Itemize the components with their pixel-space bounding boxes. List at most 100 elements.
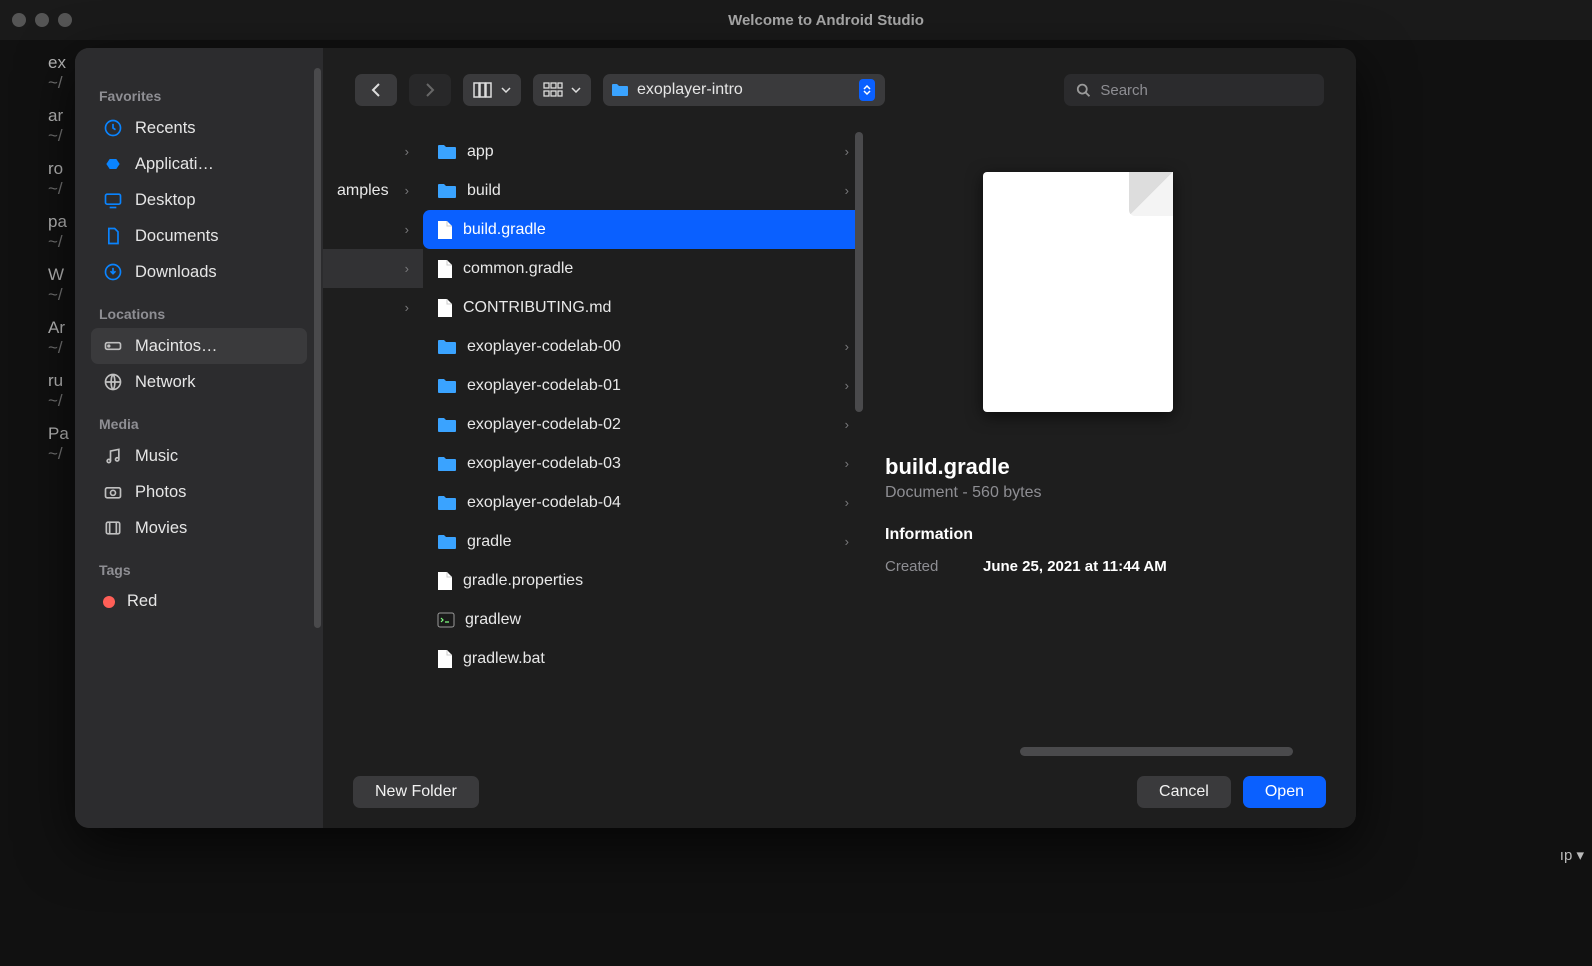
list-item[interactable]: › bbox=[323, 249, 423, 288]
list-item[interactable]: app› bbox=[423, 132, 863, 171]
list-item[interactable]: › bbox=[323, 210, 423, 249]
sidebar-item-desktop[interactable]: Desktop bbox=[91, 182, 307, 218]
folder-icon bbox=[437, 378, 457, 394]
search-icon bbox=[1076, 82, 1090, 98]
preview-pane: build.gradle Document - 560 bytes Inform… bbox=[863, 132, 1293, 756]
open-button[interactable]: Open bbox=[1243, 776, 1326, 808]
preview-h-scrollbar[interactable] bbox=[891, 747, 1293, 756]
column-0: › amples› › › › bbox=[323, 132, 423, 756]
traffic-lights bbox=[12, 13, 72, 27]
cancel-button[interactable]: Cancel bbox=[1137, 776, 1231, 808]
sidebar-item-label: Downloads bbox=[135, 263, 217, 282]
list-item[interactable]: gradlew bbox=[423, 600, 863, 639]
list-item[interactable]: › bbox=[323, 132, 423, 171]
titlebar: Welcome to Android Studio bbox=[0, 0, 1592, 40]
sidebar-scrollbar[interactable] bbox=[314, 68, 321, 628]
download-icon bbox=[103, 262, 123, 282]
list-item[interactable]: gradle.properties bbox=[423, 561, 863, 600]
tag-dot-icon bbox=[103, 596, 115, 608]
apps-icon bbox=[103, 154, 123, 174]
list-item[interactable]: CONTRIBUTING.md bbox=[423, 288, 863, 327]
sidebar-item-photos[interactable]: Photos bbox=[91, 474, 307, 510]
bottom-right-hint: ıp ▾ bbox=[1560, 846, 1584, 864]
file-name: exoplayer-codelab-02 bbox=[467, 416, 621, 434]
file-name: gradlew bbox=[465, 611, 521, 629]
sidebar-item-label: Desktop bbox=[135, 191, 196, 210]
list-item[interactable]: exoplayer-codelab-03› bbox=[423, 444, 863, 483]
chevron-left-icon bbox=[371, 83, 381, 97]
list-item[interactable]: build› bbox=[423, 171, 863, 210]
sidebar-item-applications[interactable]: Applicati… bbox=[91, 146, 307, 182]
folder-icon bbox=[437, 144, 457, 160]
columns-icon bbox=[473, 82, 493, 98]
list-item[interactable]: gradle› bbox=[423, 522, 863, 561]
sidebar-item-macintosh-hd[interactable]: Macintos… bbox=[91, 328, 307, 364]
file-icon bbox=[437, 298, 453, 318]
sidebar-item-label: Music bbox=[135, 447, 178, 466]
search-input[interactable] bbox=[1100, 82, 1312, 99]
nav-back-button[interactable] bbox=[355, 74, 397, 106]
doc-icon bbox=[103, 226, 123, 246]
sidebar-item-label: Applicati… bbox=[135, 155, 214, 174]
preview-created-label: Created bbox=[885, 558, 953, 575]
sidebar-section-favorites: Favorites bbox=[99, 88, 307, 104]
list-item[interactable]: › bbox=[323, 288, 423, 327]
preview-info-heading: Information bbox=[885, 526, 1271, 544]
list-item[interactable]: build.gradle bbox=[423, 210, 863, 249]
hdd-icon bbox=[103, 336, 123, 356]
nav-forward-button[interactable] bbox=[409, 74, 451, 106]
sidebar-item-music[interactable]: Music bbox=[91, 438, 307, 474]
sidebar-item-label: Photos bbox=[135, 483, 186, 502]
sidebar-item-documents[interactable]: Documents bbox=[91, 218, 307, 254]
sidebar-item-label: Recents bbox=[135, 119, 196, 138]
column-scrollbar[interactable] bbox=[855, 132, 863, 412]
zoom-window-button[interactable] bbox=[58, 13, 72, 27]
window-title: Welcome to Android Studio bbox=[72, 12, 1580, 29]
column-1: app›build› build.gradle common.gradleCONTR… bbox=[423, 132, 863, 756]
file-icon bbox=[437, 571, 453, 591]
sidebar-item-downloads[interactable]: Downloads bbox=[91, 254, 307, 290]
file-icon bbox=[437, 259, 453, 279]
preview-subtitle: Document - 560 bytes bbox=[885, 484, 1271, 502]
view-columns-button[interactable] bbox=[463, 74, 521, 106]
sidebar-item-label: Macintos… bbox=[135, 337, 218, 356]
file-name: exoplayer-codelab-01 bbox=[467, 377, 621, 395]
file-name: gradle.properties bbox=[463, 572, 583, 590]
list-item[interactable]: exoplayer-codelab-01› bbox=[423, 366, 863, 405]
dialog-main: exoplayer-intro › amples› › › › app bbox=[323, 48, 1356, 828]
dialog-toolbar: exoplayer-intro bbox=[323, 48, 1356, 132]
location-popup[interactable]: exoplayer-intro bbox=[603, 74, 885, 106]
sidebar-item-network[interactable]: Network bbox=[91, 364, 307, 400]
list-item[interactable]: gradlew.bat bbox=[423, 639, 863, 678]
sidebar-item-tag-red[interactable]: Red bbox=[91, 584, 307, 619]
file-name: exoplayer-codelab-00 bbox=[467, 338, 621, 356]
search-field[interactable] bbox=[1064, 74, 1324, 106]
sidebar-item-recents[interactable]: Recents bbox=[91, 110, 307, 146]
minimize-window-button[interactable] bbox=[35, 13, 49, 27]
open-file-dialog: Favorites Recents Applicati… Desktop Doc… bbox=[75, 48, 1356, 828]
chevron-right-icon bbox=[425, 83, 435, 97]
file-name: build bbox=[467, 182, 501, 200]
camera-icon bbox=[103, 482, 123, 502]
list-item[interactable]: exoplayer-codelab-04› bbox=[423, 483, 863, 522]
column-browser: › amples› › › › app›build›build.gradleco… bbox=[323, 132, 1356, 756]
sidebar-item-movies[interactable]: Movies bbox=[91, 510, 307, 546]
list-item[interactable]: common.gradle bbox=[423, 249, 863, 288]
file-name: exoplayer-codelab-04 bbox=[467, 494, 621, 512]
sidebar-item-label: Documents bbox=[135, 227, 218, 246]
sidebar-section-media: Media bbox=[99, 416, 307, 432]
view-group-button[interactable] bbox=[533, 74, 591, 106]
file-name: build.gradle bbox=[463, 221, 546, 239]
folder-icon bbox=[437, 456, 457, 472]
new-folder-button[interactable]: New Folder bbox=[353, 776, 479, 808]
list-item[interactable]: amples› bbox=[323, 171, 423, 210]
background-project-list: ex~/ ar~/ ro~/ pa~/ W~/ Ar~/ ru~/ Pa~/ bbox=[48, 40, 69, 476]
dialog-footer: New Folder Cancel Open bbox=[323, 756, 1356, 828]
list-item[interactable]: exoplayer-codelab-00› bbox=[423, 327, 863, 366]
desktop-icon bbox=[103, 190, 123, 210]
list-item[interactable]: exoplayer-codelab-02› bbox=[423, 405, 863, 444]
file-name: gradle bbox=[467, 533, 511, 551]
close-window-button[interactable] bbox=[12, 13, 26, 27]
chevron-down-icon bbox=[501, 87, 511, 93]
page-fold-icon bbox=[1129, 172, 1173, 216]
